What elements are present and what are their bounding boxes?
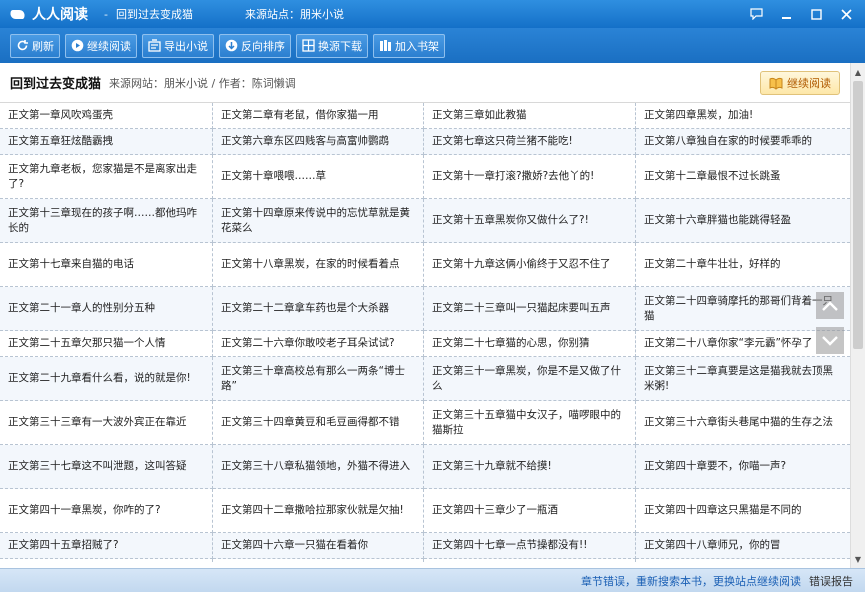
- chapter-link[interactable]: 正文第十四章原来传说中的忘忧草就是黄花菜么: [213, 199, 424, 243]
- chapter-link[interactable]: 正文第二十七章猫的心思，你别猜: [424, 331, 636, 357]
- chapter-link[interactable]: 正文第二十二章拿车药也是个大杀器: [213, 287, 424, 331]
- chapter-link[interactable]: 正文第四章黑炭，加油!: [636, 103, 850, 129]
- chapter-link[interactable]: 正文第八章独自在家的时候要乖乖的: [636, 129, 850, 155]
- bookshelf-icon: [378, 39, 392, 53]
- continue-reading-label: 继续阅读: [87, 39, 131, 53]
- chapter-link[interactable]: 正文第十七章来自猫的电话: [0, 243, 213, 287]
- chapter-link[interactable]: 正文第四十三章少了一瓶酒: [424, 489, 636, 533]
- chapter-list: 正文第一章风吹鸡蛋壳 正文第二章有老鼠，借你家猫一用 正文第三章如此教猫 正文第四章黑…: [0, 103, 850, 563]
- switch-source-label: 换源下载: [318, 39, 362, 53]
- chapter-link[interactable]: 正文第三十二章真要是这是猫我就去顶黑米粥!: [636, 357, 850, 401]
- chapter-link[interactable]: 正文第三十五章猫中女汉子，喵啰眼中的猫斯拉: [424, 401, 636, 445]
- chapter-link[interactable]: 正文第二十六章你敢咬老子耳朵试试?: [213, 331, 424, 357]
- chapter-link[interactable]: 正文第十三章现在的孩子啊……都他玛咋长的: [0, 199, 213, 243]
- research-source-link[interactable]: 章节错误，重新搜索本书，更换站点继续阅读: [581, 573, 801, 589]
- chapter-link[interactable]: 正文第三十四章黄豆和毛豆画得都不错: [213, 401, 424, 445]
- chapter-link[interactable]: 正文第五章狂炫酷霸拽: [0, 129, 213, 155]
- chapter-link[interactable]: 正文第十五章黑炭你又做什么了?!: [424, 199, 636, 243]
- reverse-sort-button[interactable]: 反向排序: [219, 33, 291, 58]
- chapter-link[interactable]: 正文第四十九章许京猫: [0, 559, 213, 563]
- chapter-link[interactable]: 正文第二十三章叫一只猫起床要叫五声: [424, 287, 636, 331]
- minimize-icon[interactable]: [773, 4, 799, 24]
- chapter-link[interactable]: 正文第四十四章这只黑猫是不同的: [636, 489, 850, 533]
- scroll-up-arrow-icon[interactable]: ▲: [851, 65, 865, 79]
- download-arrow-icon: [224, 39, 238, 53]
- scroll-down-arrow-icon[interactable]: ▼: [851, 552, 865, 566]
- window-controls: [743, 0, 859, 28]
- chapter-link[interactable]: 正文第四十二章撒哈拉那家伙就是欠抽!: [213, 489, 424, 533]
- chapter-link[interactable]: 正文第二章有老鼠，借你家猫一用: [213, 103, 424, 129]
- page-down-button[interactable]: [816, 327, 844, 354]
- add-bookshelf-label: 加入书架: [395, 39, 439, 53]
- chapter-link[interactable]: 正文第三十六章街头巷尾中猫的生存之法: [636, 401, 850, 445]
- chevron-down-icon: [822, 335, 838, 346]
- app-logo-icon: [10, 7, 26, 21]
- chapter-link[interactable]: 正文第五十二章黑炭真被抓走了: [636, 559, 850, 563]
- export-novel-button[interactable]: 导出小说: [142, 33, 214, 58]
- chapter-link[interactable]: 正文第三十一章黑炭，你是不是又做了什么: [424, 357, 636, 401]
- chapter-link[interactable]: 正文第三十九章就不给摸!: [424, 445, 636, 489]
- book-header: 回到过去变成猫 来源网站：朋米小说 / 作者：陈词懒调 继续阅读: [0, 63, 850, 103]
- chapter-link[interactable]: 正文第十章喂喂……草: [213, 155, 424, 199]
- book-title: 回到过去变成猫: [10, 77, 102, 92]
- error-report-link[interactable]: 错误报告: [809, 573, 853, 589]
- chevron-up-icon: [822, 300, 838, 311]
- book-meta: 来源网站：朋米小说 / 作者：陈词懒调: [109, 76, 296, 90]
- chapter-grid: 正文第一章风吹鸡蛋壳 正文第二章有老鼠，借你家猫一用 正文第三章如此教猫 正文第四章黑…: [0, 103, 850, 563]
- chapter-link[interactable]: 正文第五十一章偷猫的贼: [424, 559, 636, 563]
- chapter-link[interactable]: 正文第四十七章一点节操都没有!!: [424, 533, 636, 559]
- chapter-link[interactable]: 正文第十九章这俩小偷终于又忍不住了: [424, 243, 636, 287]
- page-up-button[interactable]: [816, 292, 844, 319]
- chapter-link[interactable]: 正文第三十章高校总有那么一两条“博士路”: [213, 357, 424, 401]
- reverse-sort-label: 反向排序: [241, 39, 285, 53]
- chapter-link[interactable]: 正文第四十一章黑炭，你咋的了?: [0, 489, 213, 533]
- chapter-link[interactable]: 正文第二十九章看什么看，说的就是你!: [0, 357, 213, 401]
- play-icon: [70, 39, 84, 53]
- scrollbar-thumb[interactable]: [853, 81, 863, 349]
- book-icon: [769, 76, 783, 90]
- chapter-link[interactable]: 正文第三章如此教猫: [424, 103, 636, 129]
- maximize-icon[interactable]: [803, 4, 829, 24]
- export-novel-label: 导出小说: [164, 39, 208, 53]
- chapter-link[interactable]: 正文第四十章要不，你喵一声?: [636, 445, 850, 489]
- chat-icon[interactable]: [743, 4, 769, 24]
- chapter-link[interactable]: 正文第二十一章人的性别分五种: [0, 287, 213, 331]
- chapter-link[interactable]: 正文第三十八章私猫领地，外猫不得进入: [213, 445, 424, 489]
- title-source-label: 来源站点：朋米小说: [244, 8, 344, 21]
- continue-reading-header-label: 继续阅读: [787, 77, 831, 90]
- chapter-link[interactable]: 正文第二十章牛壮壮，好样的: [636, 243, 850, 287]
- toolbar: 刷新 继续阅读 导出小说 反向排序 换源下载 加入书架: [0, 28, 865, 63]
- add-bookshelf-button[interactable]: 加入书架: [373, 33, 445, 58]
- continue-reading-button[interactable]: 继续阅读: [65, 33, 137, 58]
- chapter-link[interactable]: 正文第十一章打滚?撒娇?去他丫的!: [424, 155, 636, 199]
- chapter-link[interactable]: 正文第五十章捕猫笼，大院又热闹了: [213, 559, 424, 563]
- chapter-link[interactable]: 正文第四十六章一只猫在看着你: [213, 533, 424, 559]
- grid-icon: [301, 39, 315, 53]
- refresh-label: 刷新: [32, 39, 54, 53]
- close-icon[interactable]: [833, 4, 859, 24]
- chapter-link[interactable]: 正文第四十五章招贼了?: [0, 533, 213, 559]
- app-name: 人人阅读: [32, 7, 88, 23]
- title-bar: 人人阅读 - 回到过去变成猫 来源站点：朋米小说: [0, 0, 865, 28]
- title-book-name: 回到过去变成猫: [115, 8, 193, 21]
- chapter-link[interactable]: 正文第三十七章这不叫泄题，这叫答疑: [0, 445, 213, 489]
- chapter-link[interactable]: 正文第二十五章欠那只猫一个人情: [0, 331, 213, 357]
- vertical-scrollbar[interactable]: ▲ ▼: [850, 63, 865, 568]
- title-separator: -: [104, 7, 108, 21]
- chapter-link[interactable]: 正文第三十三章有一大波外宾正在靠近: [0, 401, 213, 445]
- chapter-link[interactable]: 正文第七章这只荷兰猪不能吃!: [424, 129, 636, 155]
- refresh-icon: [15, 39, 29, 53]
- chapter-link[interactable]: 正文第十八章黑炭，在家的时候看着点: [213, 243, 424, 287]
- switch-source-button[interactable]: 换源下载: [296, 33, 368, 58]
- chapter-link[interactable]: 正文第一章风吹鸡蛋壳: [0, 103, 213, 129]
- continue-reading-header-button[interactable]: 继续阅读: [760, 71, 840, 95]
- chapter-link[interactable]: 正文第十六章胖猫也能跳得轻盈: [636, 199, 850, 243]
- chapter-link[interactable]: 正文第十二章最恨不过长跳蚤: [636, 155, 850, 199]
- chapter-link[interactable]: 正文第四十八章师兄，你的冒: [636, 533, 850, 559]
- status-bar: 章节错误，重新搜索本书，更换站点继续阅读 错误报告: [0, 568, 865, 592]
- export-icon: [147, 39, 161, 53]
- refresh-button[interactable]: 刷新: [10, 33, 60, 58]
- chapter-link[interactable]: 正文第六章东区四贱客与高富帅鹦鹉: [213, 129, 424, 155]
- chapter-link[interactable]: 正文第九章老板，您家猫是不是离家出走了?: [0, 155, 213, 199]
